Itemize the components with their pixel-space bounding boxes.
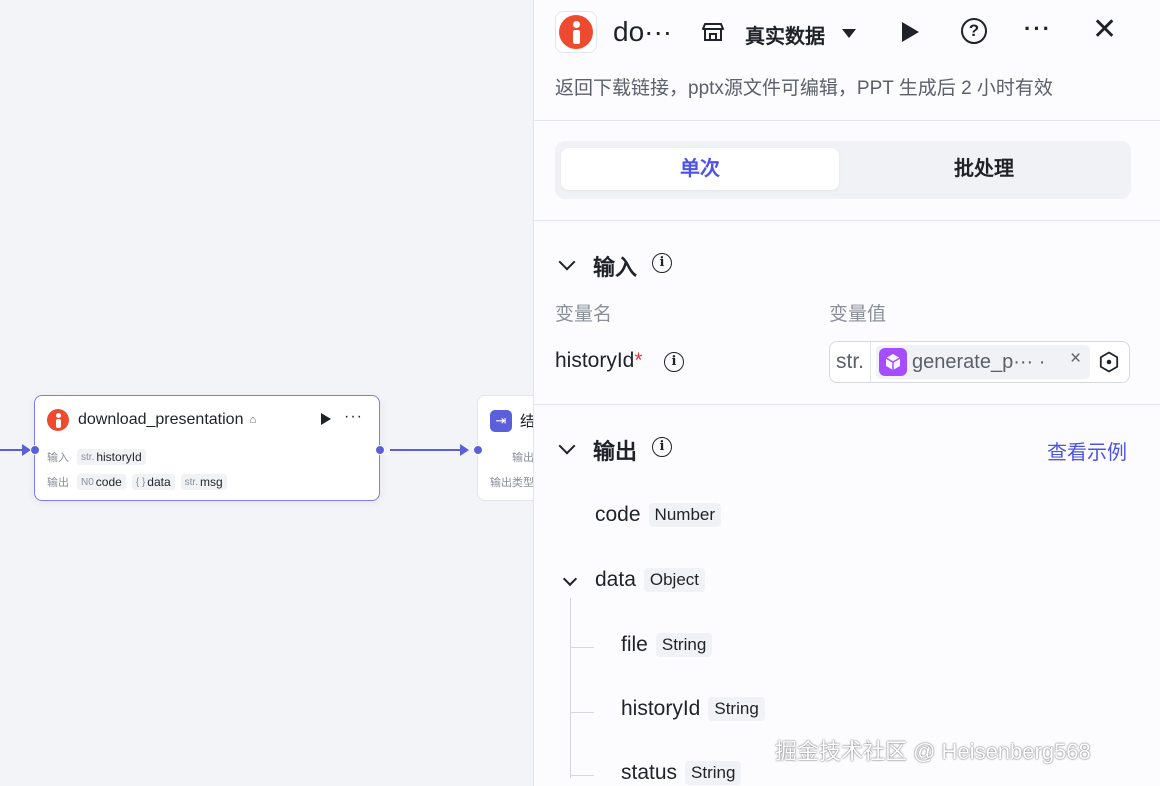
node-title: download_presentation xyxy=(78,411,244,428)
node-inputs-row: 输入 str. historyId xyxy=(47,449,152,465)
node-output-port[interactable] xyxy=(375,445,385,455)
edge-to-end-arrow xyxy=(460,444,469,456)
output-field: data Object xyxy=(595,568,706,592)
panel-header: do··· 真实数据 ? ··· ✕ 返回下载链接，pptx源文件可编辑，PPT… xyxy=(534,0,1160,121)
output-field: file String xyxy=(621,633,713,657)
output-field-type: String xyxy=(655,633,713,657)
see-example-link[interactable]: 查看示例 xyxy=(1047,436,1127,465)
variable-name: historyId* xyxy=(555,349,643,372)
output-field: status String xyxy=(621,761,742,785)
data-source-select[interactable]: 真实数据 xyxy=(745,20,825,49)
plugin-logo-icon xyxy=(47,409,69,431)
close-icon[interactable]: ✕ xyxy=(1092,12,1117,48)
output-section-title[interactable]: 输出 xyxy=(593,434,637,466)
watermark: 掘金技术社区 @ Heisenberg568 xyxy=(775,739,1091,764)
question-icon[interactable]: ? xyxy=(961,18,987,44)
edge-to-end xyxy=(390,449,462,451)
output-field-name: status xyxy=(621,761,678,784)
cube-icon xyxy=(879,348,907,376)
output-field-name: data xyxy=(595,568,636,591)
output-field-type: Number xyxy=(648,503,722,527)
workflow-canvas[interactable]: download_presentation ⌂ ··· 输入 str. histo… xyxy=(0,0,534,786)
node-output-tag: str. msg xyxy=(180,474,227,490)
tab-single[interactable]: 单次 xyxy=(561,148,839,190)
output-field: code Number xyxy=(595,503,722,527)
variable-reference-text: generate_p··· · xyxy=(912,351,1046,373)
node-test-panel: do··· 真实数据 ? ··· ✕ 返回下载链接，pptx源文件可编辑，PPT… xyxy=(533,0,1160,786)
end-node[interactable]: ⇥ 结 输出 输出类型 xyxy=(477,395,534,501)
required-mark: * xyxy=(634,349,643,372)
store-icon xyxy=(702,23,724,41)
tree-line xyxy=(570,647,594,648)
run-button[interactable] xyxy=(902,22,919,42)
end-node-output-type-label: 输出类型 xyxy=(490,477,534,489)
chevron-down-icon[interactable] xyxy=(558,253,576,271)
tab-batch[interactable]: 批处理 xyxy=(845,148,1123,190)
ellipsis-icon[interactable]: ··· xyxy=(1024,16,1052,42)
variable-reference-chip[interactable]: generate_p··· · × xyxy=(876,345,1090,379)
info-icon[interactable]: i xyxy=(664,352,684,372)
node-input-port[interactable] xyxy=(30,445,40,455)
node-output-tag: N0 code xyxy=(77,474,126,490)
node-output-label: 输出 xyxy=(47,477,69,489)
node-input-tag: str. historyId xyxy=(77,449,146,465)
output-field: historyId String xyxy=(621,697,765,721)
chevron-down-icon[interactable] xyxy=(558,437,576,455)
output-field-name: historyId xyxy=(621,697,701,720)
clear-icon[interactable]: × xyxy=(1070,348,1081,370)
variable-value-field[interactable]: str. generate_p··· · × xyxy=(829,341,1130,383)
panel-description: 返回下载链接，pptx源文件可编辑，PPT 生成后 2 小时有效 xyxy=(555,78,1053,99)
plugin-node[interactable]: download_presentation ⌂ ··· 输入 str. histo… xyxy=(34,395,380,501)
end-node-input-port[interactable] xyxy=(473,445,483,455)
panel-title: do··· xyxy=(613,16,673,47)
output-field-name: file xyxy=(621,633,648,656)
node-run-icon[interactable] xyxy=(321,413,331,425)
tree-line xyxy=(570,712,594,713)
divider xyxy=(534,404,1160,405)
edge-incoming xyxy=(0,449,24,451)
mode-tabs: 单次 批处理 xyxy=(555,141,1131,199)
variable-reference-icon[interactable] xyxy=(1098,351,1120,373)
output-field-type: String xyxy=(685,761,742,785)
tree-line xyxy=(570,775,594,776)
chevron-down-icon[interactable] xyxy=(842,29,856,38)
divider xyxy=(534,220,1160,221)
node-more-icon[interactable]: ··· xyxy=(344,408,363,426)
input-section-title[interactable]: 输入 xyxy=(593,250,637,282)
node-output-tag: { } data xyxy=(131,474,175,490)
info-icon[interactable]: i xyxy=(652,437,672,457)
node-input-label: 输入 xyxy=(47,452,69,464)
output-field-type: Object xyxy=(643,568,706,592)
output-field-type: String xyxy=(708,697,765,721)
variable-type-label: str. xyxy=(830,342,871,382)
node-outputs-row: 输出 N0 code { } data str. msg xyxy=(47,474,233,490)
store-icon: ⌂ xyxy=(249,414,257,426)
tree-line xyxy=(570,598,571,778)
info-icon[interactable]: i xyxy=(652,253,672,273)
end-node-output-label: 输出 xyxy=(512,452,534,464)
plugin-logo-icon xyxy=(555,11,597,53)
chevron-down-icon[interactable] xyxy=(562,571,578,587)
end-node-icon: ⇥ xyxy=(490,410,512,432)
column-header-name: 变量名 xyxy=(555,304,613,325)
end-node-title: 结 xyxy=(520,413,534,430)
output-field-name: code xyxy=(595,503,641,526)
column-header-value: 变量值 xyxy=(829,304,887,325)
